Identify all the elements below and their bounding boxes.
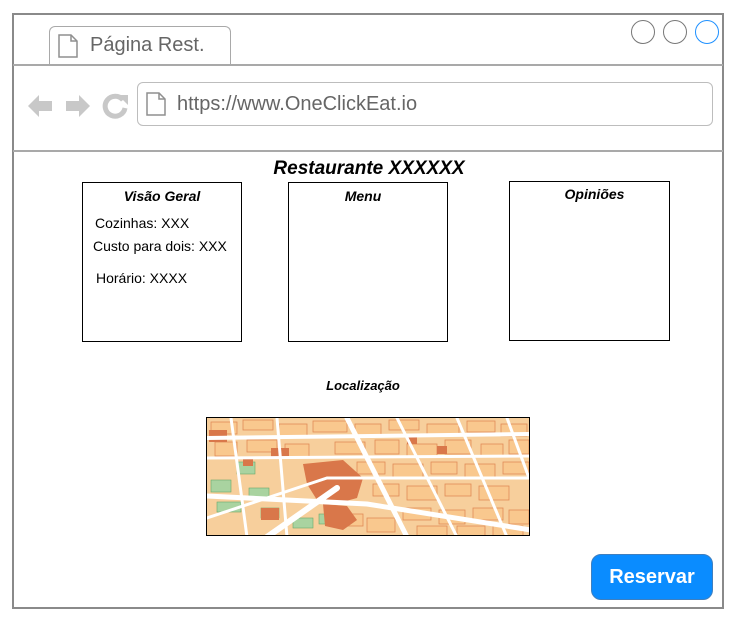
minimize-circle-icon[interactable] [631, 20, 655, 44]
hours-text: Horário: XXXX [96, 270, 188, 286]
tab-title: Página Rest. [90, 34, 205, 56]
close-circle-icon[interactable] [695, 20, 719, 44]
tab-bar-divider [13, 64, 723, 66]
menu-panel[interactable] [288, 182, 448, 342]
maximize-circle-icon[interactable] [663, 20, 687, 44]
forward-arrow-icon[interactable] [64, 92, 92, 120]
location-map[interactable] [206, 417, 530, 536]
reviews-title: Opiniões [564, 186, 625, 202]
back-arrow-icon[interactable] [26, 92, 54, 120]
cuisines-text: Cozinhas: XXX [95, 215, 190, 231]
map-image [207, 418, 529, 535]
reviews-panel[interactable] [509, 181, 670, 341]
document-icon [146, 92, 166, 116]
overview-panel [82, 182, 242, 342]
menu-title: Menu [344, 188, 382, 204]
reserve-button[interactable]: Reservar [591, 554, 713, 600]
document-icon [58, 34, 78, 58]
overview-title: Visão Geral [123, 188, 201, 204]
reload-icon[interactable] [101, 92, 129, 120]
location-title: Localização [326, 378, 400, 393]
toolbar-divider [13, 150, 723, 152]
page-title: Restaurante XXXXXX [273, 158, 465, 179]
url-text[interactable]: https://www.OneClickEat.io [177, 92, 417, 116]
cost-for-two-text: Custo para dois: XXX [93, 238, 227, 254]
